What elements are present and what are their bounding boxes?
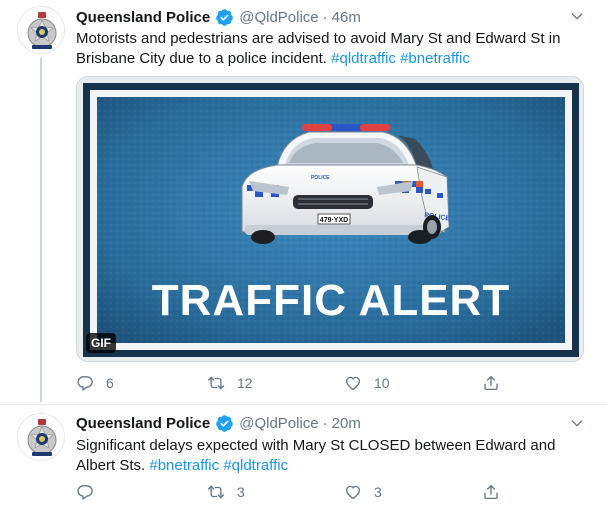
chevron-down-icon[interactable] [569,8,585,24]
share-button[interactable] [482,371,500,395]
retweet-count: 3 [237,484,245,500]
avatar[interactable] [17,6,65,54]
separator-dot: · [322,414,328,432]
reply-count: 6 [106,375,114,391]
retweet-icon [207,485,225,499]
tweet-media-gif[interactable]: 479·YXD POLICE POLICE TRAFFIC ALERT GIF [76,76,584,362]
tweet-actions: 6 12 10 [76,371,516,395]
verified-badge-icon [216,8,234,26]
verified-badge-icon [216,414,234,432]
timestamp[interactable]: 20m [332,415,361,432]
traffic-alert-image: 479·YXD POLICE POLICE TRAFFIC ALERT [77,77,583,361]
hashtag-link[interactable]: #bnetraffic [149,457,219,474]
avatar[interactable] [17,413,65,461]
car-plate-text: 479·YXD [320,217,348,224]
police-badge-icon [18,414,64,460]
hashtag-link[interactable]: #qldtraffic [331,50,396,67]
tweet-header: Queensland Police @QldPolice · 20m [76,412,361,434]
heart-icon [345,485,361,500]
police-badge-icon [18,7,64,53]
like-button[interactable]: 10 [344,371,390,395]
heart-icon [345,376,361,391]
tweet-actions: 3 3 [76,480,516,504]
tweet-text: Significant delays expected with Mary St… [76,436,586,476]
handle[interactable]: @QldPolice [239,415,318,432]
timestamp[interactable]: 46m [332,9,361,26]
handle[interactable]: @QldPolice [239,9,318,26]
retweet-button[interactable]: 12 [207,371,253,395]
gif-badge: GIF [86,333,116,353]
reply-icon [77,485,93,500]
tweet[interactable]: Queensland Police @QldPolice · 20m Signi… [0,404,607,510]
tweet-text-body: Significant delays expected with Mary St… [76,437,556,474]
reply-icon [77,376,93,391]
hashtag-link[interactable]: #bnetraffic [400,50,470,67]
retweet-count: 12 [237,375,253,391]
like-button[interactable]: 3 [344,480,382,504]
like-count: 10 [374,375,390,391]
tweet-text-body: Motorists and pedestrians are advised to… [76,30,561,67]
retweet-button[interactable]: 3 [207,480,245,504]
share-button[interactable] [482,480,500,504]
share-icon [484,484,498,500]
display-name[interactable]: Queensland Police [76,415,210,432]
share-icon [484,375,498,391]
hashtag-link[interactable]: #qldtraffic [223,457,288,474]
tweet-text: Motorists and pedestrians are advised to… [76,29,586,69]
display-name[interactable]: Queensland Police [76,9,210,26]
car-hood-text: POLICE [311,175,330,181]
reply-button[interactable]: 6 [76,371,114,395]
like-count: 3 [374,484,382,500]
tweet-header: Queensland Police @QldPolice · 46m [76,6,361,28]
chevron-down-icon[interactable] [569,415,585,431]
reply-button[interactable] [76,480,106,504]
separator-dot: · [322,8,328,26]
tweet[interactable]: Queensland Police @QldPolice · 46m Motor… [0,0,607,404]
retweet-icon [207,376,225,390]
traffic-alert-headline: TRAFFIC ALERT [152,276,510,325]
